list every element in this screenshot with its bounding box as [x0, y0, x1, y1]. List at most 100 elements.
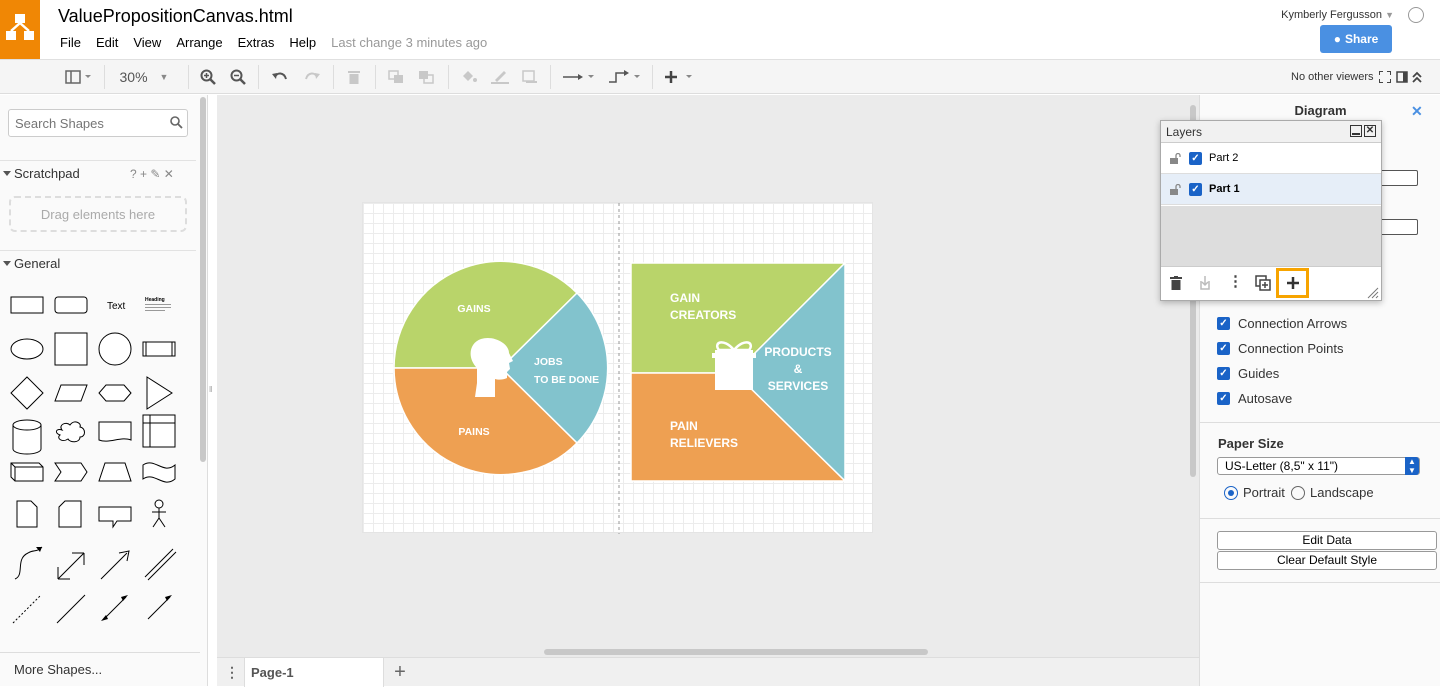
shadow-icon[interactable] — [520, 60, 540, 94]
close-icon[interactable]: ✕ — [1364, 125, 1376, 137]
clear-default-style-button[interactable]: Clear Default Style — [1217, 551, 1437, 570]
drawing-canvas[interactable]: GAINS JOBS TO BE DONE PAINS GAIN CREATOR… — [217, 95, 1199, 657]
resize-handle-icon[interactable] — [1367, 286, 1379, 304]
zoom-out-icon[interactable] — [228, 60, 248, 94]
fullscreen-icon[interactable] — [1378, 60, 1392, 94]
landscape-label: Landscape — [1310, 485, 1374, 500]
layer-visible-checkbox[interactable]: ✓ — [1189, 182, 1202, 196]
menu-bar: File Edit View Arrange Extras Help Last … — [60, 35, 487, 50]
shape-palette-grid[interactable]: Text Heading — [0, 285, 196, 635]
close-panel-icon[interactable]: ✕ — [1411, 103, 1423, 120]
layer-row-part-2[interactable]: ✓ Part 2 — [1161, 143, 1381, 174]
canvas-horizontal-scrollbar[interactable] — [544, 649, 928, 655]
insert-icon[interactable] — [662, 60, 698, 94]
scratchpad-dropzone[interactable]: Drag elements here — [9, 196, 187, 232]
radio-unselected-icon[interactable] — [1291, 485, 1305, 500]
file-title[interactable]: ValuePropositionCanvas.html — [58, 6, 293, 27]
layers-list-empty-area — [1161, 206, 1381, 266]
option-autosave[interactable]: ✓ Autosave — [1217, 391, 1292, 406]
user-name[interactable]: Kymberly Fergusson ▼ — [1281, 9, 1394, 21]
menu-arrange[interactable]: Arrange — [176, 35, 222, 50]
orientation-landscape[interactable]: Landscape — [1291, 485, 1374, 500]
user-icon: ● — [1333, 32, 1341, 46]
scratchpad-actions[interactable]: ? + ✎ ✕ — [130, 167, 174, 181]
menu-edit[interactable]: Edit — [96, 35, 118, 50]
format-panel-icon[interactable] — [1395, 60, 1409, 94]
general-section-header[interactable]: General — [0, 250, 196, 276]
option-label: Connection Arrows — [1238, 316, 1348, 331]
connection-style-icon[interactable] — [560, 60, 598, 94]
menu-view[interactable]: View — [133, 35, 161, 50]
collapse-chevron-icon[interactable] — [1410, 60, 1424, 94]
menu-extras[interactable]: Extras — [238, 35, 275, 50]
more-options-icon[interactable]: ⋮ — [1228, 274, 1243, 289]
option-label: Connection Points — [1238, 341, 1344, 356]
edit-data-button[interactable]: Edit Data — [1217, 531, 1437, 550]
zoom-dropdown[interactable]: 30% ▼ — [114, 60, 174, 94]
to-front-icon[interactable] — [386, 60, 406, 94]
scratchpad-section-header[interactable]: Scratchpad ? + ✎ ✕ — [0, 160, 196, 186]
page-tab-label: Page-1 — [251, 665, 294, 680]
undo-icon[interactable] — [270, 60, 290, 94]
checkbox-checked-icon[interactable]: ✓ — [1217, 392, 1230, 405]
shapes-sidebar: Scratchpad ? + ✎ ✕ Drag elements here Ge… — [0, 95, 208, 686]
scratchpad-title: Scratchpad — [14, 166, 80, 181]
user-name-label: Kymberly Fergusson — [1281, 9, 1383, 21]
checkbox-checked-icon[interactable]: ✓ — [1217, 317, 1230, 330]
share-button[interactable]: ● Share — [1320, 25, 1392, 53]
layer-name[interactable]: Part 1 — [1209, 183, 1240, 195]
delete-icon[interactable] — [344, 60, 364, 94]
option-label: Autosave — [1238, 391, 1293, 406]
pain-relievers-label-2: RELIEVERS — [670, 436, 738, 450]
move-selection-icon[interactable] — [1198, 276, 1212, 295]
layer-name[interactable]: Part 2 — [1209, 152, 1238, 164]
add-page-icon[interactable]: + — [388, 660, 412, 684]
more-shapes-button[interactable]: More Shapes... — [0, 652, 200, 686]
waypoints-icon[interactable] — [606, 60, 644, 94]
pain-relievers-label-1: PAIN — [670, 419, 698, 433]
pages-menu-icon[interactable]: ⋮ — [225, 665, 239, 681]
redo-icon[interactable] — [302, 60, 322, 94]
page-tab-page-1[interactable]: Page-1 — [244, 658, 384, 687]
layers-title: Layers — [1166, 124, 1203, 139]
zoom-in-icon[interactable] — [198, 60, 218, 94]
unlock-icon[interactable] — [1170, 183, 1181, 195]
to-back-icon[interactable] — [416, 60, 436, 94]
delete-layer-icon[interactable] — [1170, 276, 1182, 295]
add-layer-button[interactable] — [1276, 268, 1309, 298]
sidebar-scrollbar[interactable] — [200, 97, 206, 462]
sidebar-resize-handle[interactable]: ‖ — [209, 385, 217, 397]
layer-row-part-1[interactable]: ✓ Part 1 — [1161, 174, 1381, 205]
checkbox-checked-icon[interactable]: ✓ — [1217, 342, 1230, 355]
line-color-icon[interactable] — [489, 60, 511, 94]
unlock-icon[interactable] — [1170, 152, 1181, 164]
last-change-status[interactable]: Last change 3 minutes ago — [331, 35, 487, 50]
checkbox-checked-icon[interactable]: ✓ — [1217, 367, 1230, 380]
menu-file[interactable]: File — [60, 35, 81, 50]
diagram-page[interactable]: GAINS JOBS TO BE DONE PAINS GAIN CREATOR… — [362, 202, 874, 534]
layers-dialog-header[interactable]: Layers ✕ — [1161, 121, 1381, 143]
layer-visible-checkbox[interactable]: ✓ — [1189, 151, 1202, 165]
layers-toolbar: ⋮ — [1161, 266, 1381, 300]
background-color-swatch[interactable] — [1380, 170, 1418, 186]
grid-color-swatch[interactable] — [1380, 219, 1418, 235]
format-panel-toggle-icon[interactable] — [60, 60, 96, 94]
paper-size-select[interactable]: US-Letter (8,5" x 11") ▲ ▼ — [1217, 457, 1420, 475]
fill-color-icon[interactable] — [459, 60, 479, 94]
option-guides[interactable]: ✓ Guides — [1217, 366, 1279, 381]
option-connection-points[interactable]: ✓ Connection Points — [1217, 341, 1344, 356]
radio-selected-icon[interactable] — [1224, 485, 1238, 500]
option-connection-arrows[interactable]: ✓ Connection Arrows — [1217, 316, 1347, 331]
plus-icon — [1286, 277, 1299, 289]
drawio-logo[interactable] — [0, 0, 40, 59]
search-icon[interactable] — [170, 116, 183, 134]
orientation-portrait[interactable]: Portrait — [1224, 485, 1285, 500]
language-globe-icon[interactable] — [1408, 7, 1424, 23]
search-shapes-input[interactable] — [8, 109, 188, 137]
paper-size-title: Paper Size — [1218, 436, 1284, 451]
expand-triangle-icon — [3, 261, 11, 266]
value-proposition-canvas[interactable]: GAINS JOBS TO BE DONE PAINS GAIN CREATOR… — [363, 203, 874, 534]
select-arrows-icon: ▲ ▼ — [1405, 457, 1419, 475]
minimize-icon[interactable] — [1350, 125, 1362, 137]
menu-help[interactable]: Help — [289, 35, 316, 50]
